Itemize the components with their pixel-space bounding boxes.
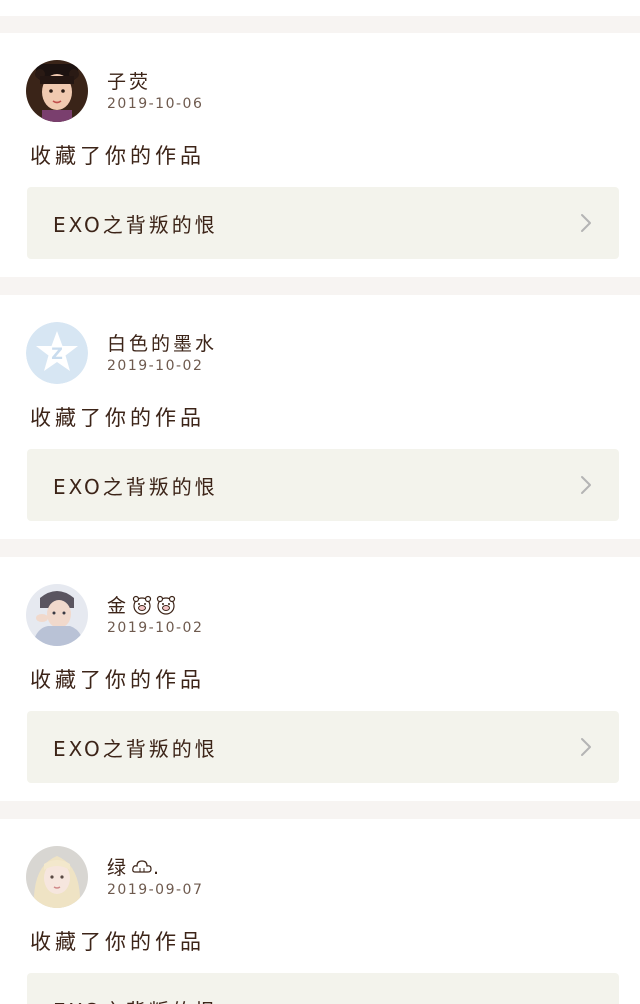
work-link[interactable]: EXO之背叛的恨	[27, 187, 619, 259]
avatar[interactable]: Z	[26, 322, 88, 384]
portrait-blonde-icon	[26, 846, 88, 908]
work-title: EXO之背叛的恨	[53, 995, 218, 1004]
action-text: 收藏了你的作品	[30, 668, 205, 692]
timestamp: 2019-10-02	[107, 620, 204, 636]
work-link[interactable]: EXO之背叛的恨	[27, 449, 619, 521]
portrait-boy-icon	[26, 584, 88, 646]
notification-card[interactable]: 金 2019-10-02 收藏了你的作品 EXO之背叛的恨	[0, 557, 640, 801]
chevron-right-icon	[581, 476, 591, 494]
username[interactable]: 金	[107, 591, 177, 618]
action-text: 收藏了你的作品	[30, 406, 205, 430]
work-title: EXO之背叛的恨	[53, 213, 218, 237]
chevron-right-icon	[581, 214, 591, 232]
pig-emoji-icon	[132, 595, 152, 615]
notification-card[interactable]: 子荧 2019-10-06 收藏了你的作品 EXO之背叛的恨	[0, 33, 640, 277]
portrait-girl-icon	[26, 60, 88, 122]
work-link[interactable]: EXO之背叛的恨	[27, 711, 619, 783]
chevron-right-icon	[581, 738, 591, 756]
avatar[interactable]	[26, 60, 88, 122]
qzone-star-icon: Z	[26, 322, 88, 384]
previous-card-bottom	[0, 0, 640, 16]
pig-emoji-icon	[156, 595, 176, 615]
timestamp: 2019-10-02	[107, 358, 204, 374]
avatar[interactable]	[26, 846, 88, 908]
notification-card[interactable]: Z 白色的墨水 2019-10-02 收藏了你的作品 EXO之背叛的恨	[0, 295, 640, 539]
username[interactable]: 绿.	[107, 853, 162, 880]
timestamp: 2019-09-07	[107, 882, 204, 898]
username[interactable]: 白色的墨水	[107, 329, 217, 356]
work-title: EXO之背叛的恨	[53, 475, 218, 499]
notification-card[interactable]: 绿. 2019-09-07 收藏了你的作品 EXO之背叛的恨	[0, 819, 640, 1004]
username[interactable]: 子荧	[107, 67, 151, 94]
cloud-emoji-icon	[132, 860, 152, 873]
notification-feed: 子荧 2019-10-06 收藏了你的作品 EXO之背叛的恨 Z 白色的墨水 2…	[0, 0, 640, 1004]
action-text: 收藏了你的作品	[30, 930, 205, 954]
avatar[interactable]	[26, 584, 88, 646]
svg-text:Z: Z	[51, 344, 63, 363]
work-link[interactable]: EXO之背叛的恨	[27, 973, 619, 1004]
action-text: 收藏了你的作品	[30, 144, 205, 168]
timestamp: 2019-10-06	[107, 96, 204, 112]
work-title: EXO之背叛的恨	[53, 737, 218, 761]
